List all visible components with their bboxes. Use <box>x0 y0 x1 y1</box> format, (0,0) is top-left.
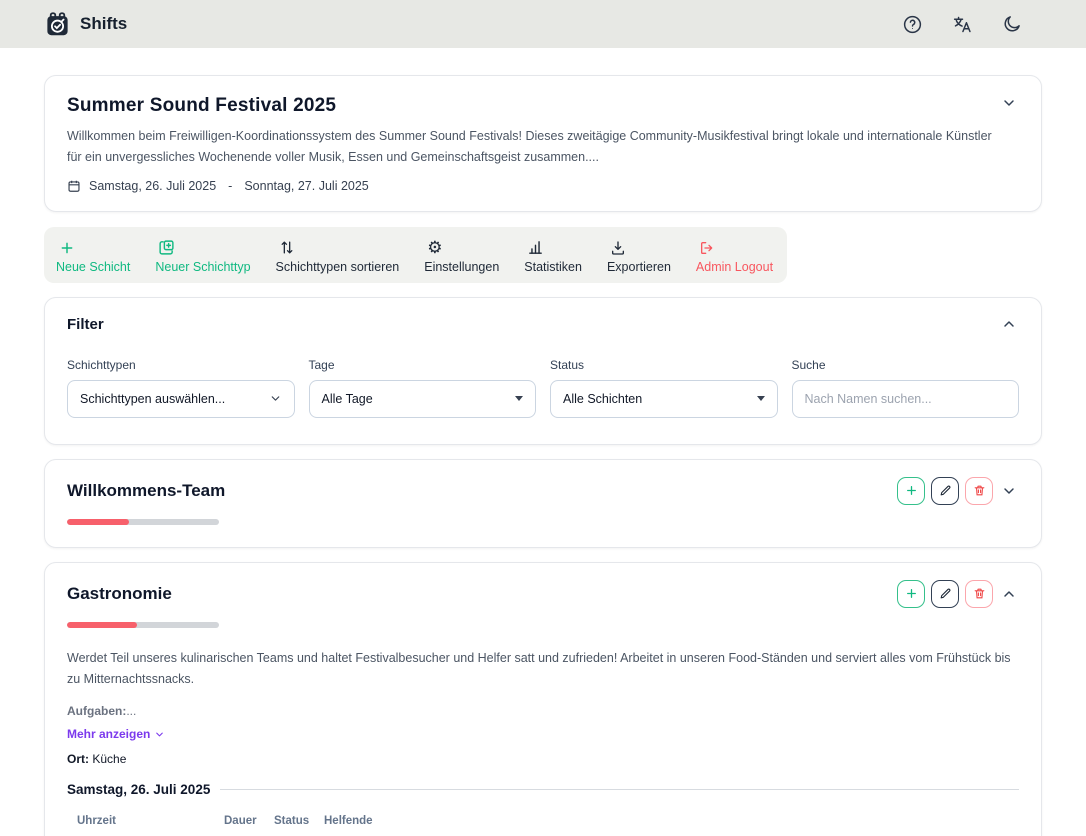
filter-title: Filter <box>67 316 104 333</box>
chevron-up-icon <box>1001 316 1017 332</box>
staffing-progress-fill <box>67 622 137 628</box>
days-select[interactable]: Alle Tage <box>309 380 537 418</box>
section-description: Werdet Teil unseres kulinarischen Teams … <box>67 648 1017 692</box>
new-shift-type-button[interactable]: Neuer Schichttyp <box>155 238 250 274</box>
header-actions <box>900 12 1042 36</box>
field-label: Tage <box>309 358 537 372</box>
tasks-line: Aufgaben:... <box>67 704 1019 718</box>
sort-arrows-icon <box>279 238 295 256</box>
date-start: Samstag, 26. Juli 2025 <box>89 179 216 193</box>
app-logo: Shifts <box>44 11 127 38</box>
main-content: Summer Sound Festival 2025 Willkommen be… <box>0 75 1086 836</box>
trash-icon <box>973 587 986 600</box>
day-title: Samstag, 26. Juli 2025 <box>67 782 210 797</box>
filter-fields: Schichttypen Schichttypen auswählen... T… <box>67 358 1019 418</box>
trash-icon <box>973 484 986 497</box>
staffing-progress-bar <box>67 622 219 628</box>
plus-icon <box>59 238 75 256</box>
section-collapse-button[interactable] <box>999 586 1019 602</box>
help-icon <box>902 14 923 35</box>
date-end: Sonntag, 27. Juli 2025 <box>244 179 368 193</box>
section-title: Willkommens-Team <box>67 481 225 501</box>
caret-down-icon <box>757 396 765 401</box>
add-shift-button[interactable] <box>897 477 925 505</box>
festival-card: Summer Sound Festival 2025 Willkommen be… <box>44 75 1042 212</box>
moon-icon <box>1002 14 1022 34</box>
export-button[interactable]: Exportieren <box>607 238 671 274</box>
filter-field-search: Suche <box>792 358 1020 418</box>
language-button[interactable] <box>950 12 974 36</box>
app-header: Shifts <box>0 0 1086 48</box>
box-plus-icon <box>158 238 175 256</box>
delete-section-button[interactable] <box>965 580 993 608</box>
app-title: Shifts <box>80 14 127 34</box>
staffing-progress-bar <box>67 519 219 525</box>
sort-shift-types-button[interactable]: Schichttypen sortieren <box>276 238 400 274</box>
section-willkommens-team: Willkommens-Team <box>44 459 1042 548</box>
staffing-progress-fill <box>67 519 129 525</box>
shift-table: Uhrzeit Dauer Status Helfende 07:00 – 09… <box>67 809 1019 836</box>
bar-chart-icon <box>527 238 544 256</box>
plus-icon <box>905 587 918 600</box>
location-line: Ort: Küche <box>67 752 1019 766</box>
admin-logout-button[interactable]: Admin Logout <box>696 238 773 274</box>
column-header-time: Uhrzeit <box>77 815 224 827</box>
filter-collapse-button[interactable] <box>999 316 1019 332</box>
section-actions <box>897 580 1019 608</box>
shift-types-multiselect[interactable]: Schichttypen auswählen... <box>67 380 295 418</box>
settings-button[interactable]: ⚙ Einstellungen <box>424 238 499 274</box>
logout-icon <box>699 238 715 256</box>
filter-field-shift-types: Schichttypen Schichttypen auswählen... <box>67 358 295 418</box>
section-title: Gastronomie <box>67 584 172 604</box>
chevron-down-icon <box>1001 483 1017 499</box>
edit-section-button[interactable] <box>931 580 959 608</box>
delete-section-button[interactable] <box>965 477 993 505</box>
show-more-link[interactable]: Mehr anzeigen <box>67 727 165 741</box>
filter-field-days: Tage Alle Tage <box>309 358 537 418</box>
section-gastronomie: Gastronomie <box>44 562 1042 836</box>
help-button[interactable] <box>900 12 924 36</box>
caret-down-icon <box>515 396 523 401</box>
plus-icon <box>905 484 918 497</box>
festival-date-range: Samstag, 26. Juli 2025 - Sonntag, 27. Ju… <box>67 179 1019 193</box>
add-shift-button[interactable] <box>897 580 925 608</box>
theme-toggle-button[interactable] <box>1000 12 1024 36</box>
festival-description: Willkommen beim Freiwilligen-Koordinatio… <box>67 126 997 169</box>
download-icon <box>610 238 626 256</box>
column-header-helpers: Helfende <box>324 815 1019 827</box>
calendar-icon <box>67 179 81 193</box>
pencil-icon <box>939 587 952 600</box>
new-shift-button[interactable]: Neue Schicht <box>56 238 130 274</box>
column-header-status: Status <box>274 815 324 827</box>
status-select[interactable]: Alle Schichten <box>550 380 778 418</box>
statistics-button[interactable]: Statistiken <box>524 238 582 274</box>
festival-collapse-button[interactable] <box>999 95 1019 111</box>
table-header-row: Uhrzeit Dauer Status Helfende <box>67 809 1019 836</box>
chevron-down-icon <box>1001 95 1017 111</box>
chevron-up-icon <box>1001 586 1017 602</box>
filter-card: Filter Schichttypen Schichttypen auswähl… <box>44 297 1042 445</box>
chevron-down-icon <box>269 392 282 405</box>
calendar-check-logo-icon <box>44 11 71 38</box>
gear-icon: ⚙ <box>427 238 442 256</box>
admin-toolbar: Neue Schicht Neuer Schichttyp Schichttyp… <box>44 227 787 283</box>
divider <box>220 789 1019 790</box>
day-header: Samstag, 26. Juli 2025 <box>67 782 1019 797</box>
festival-title: Summer Sound Festival 2025 <box>67 95 336 117</box>
pencil-icon <box>939 484 952 497</box>
translate-icon <box>952 14 973 35</box>
field-label: Suche <box>792 358 1020 372</box>
edit-section-button[interactable] <box>931 477 959 505</box>
date-separator: - <box>228 179 232 193</box>
section-collapse-button[interactable] <box>999 483 1019 499</box>
search-input[interactable] <box>792 380 1020 418</box>
field-label: Schichttypen <box>67 358 295 372</box>
field-label: Status <box>550 358 778 372</box>
filter-field-status: Status Alle Schichten <box>550 358 778 418</box>
chevron-down-icon <box>154 729 165 740</box>
section-actions <box>897 477 1019 505</box>
column-header-duration: Dauer <box>224 815 274 827</box>
